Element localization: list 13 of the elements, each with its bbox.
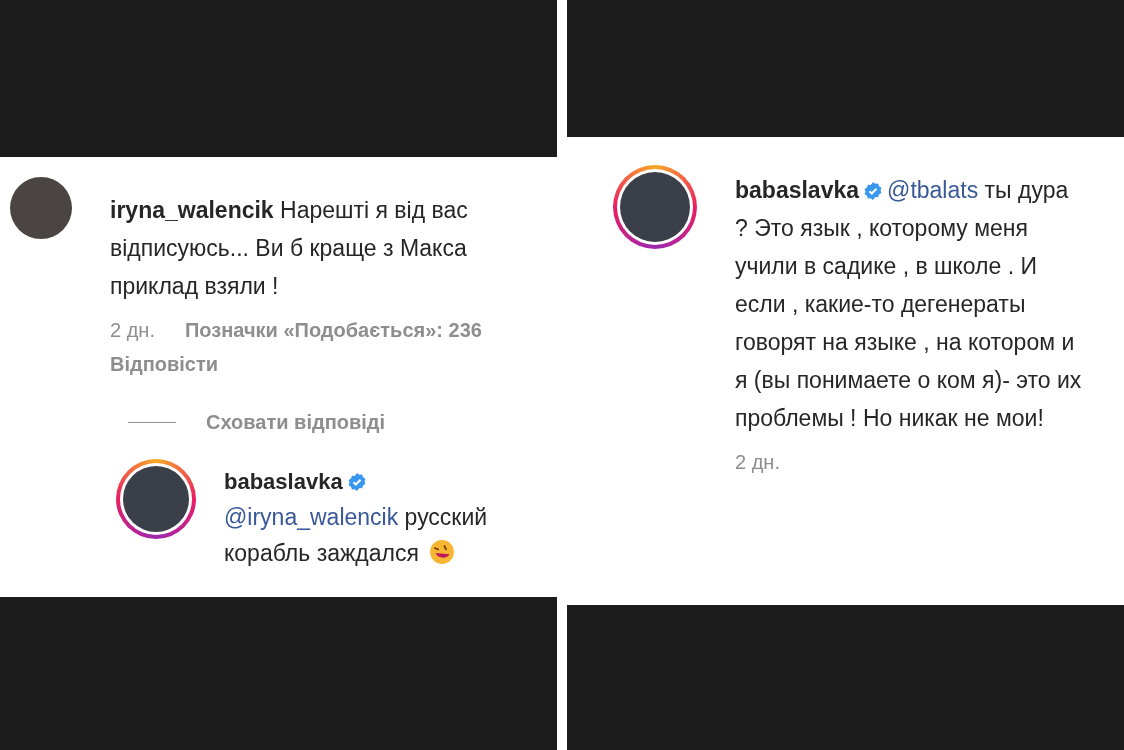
avatar	[620, 172, 690, 242]
username-link[interactable]: babaslavka	[224, 469, 343, 494]
reply-text: @iryna_walencik русский корабль заждался	[224, 503, 489, 568]
username-link[interactable]: iryna_walencik	[110, 197, 274, 223]
laughing-face-icon	[428, 539, 455, 565]
username-link[interactable]: babaslavka	[735, 177, 860, 203]
mention-link[interactable]: @iryna_walencik	[224, 504, 399, 530]
comment-time: 2 дн.	[110, 318, 155, 343]
avatar	[123, 466, 189, 532]
comment-text: babaslavka @tbalats ты дура ? Это язык , которому меня учили в садике , в школе . И если , какие-то дегенераты говорят на языке , на котором и я (вы понимаете о ком я)- это их проблемы ! Но никак не мои!	[735, 176, 1083, 433]
comment-text: iryna_walencik Нарешті я від вас відписуюсь... Ви б краще з Макса приклад взяли !	[110, 196, 469, 301]
mention-link[interactable]: @tbalats	[887, 177, 979, 203]
comment-time: 2 дн.	[735, 450, 780, 475]
